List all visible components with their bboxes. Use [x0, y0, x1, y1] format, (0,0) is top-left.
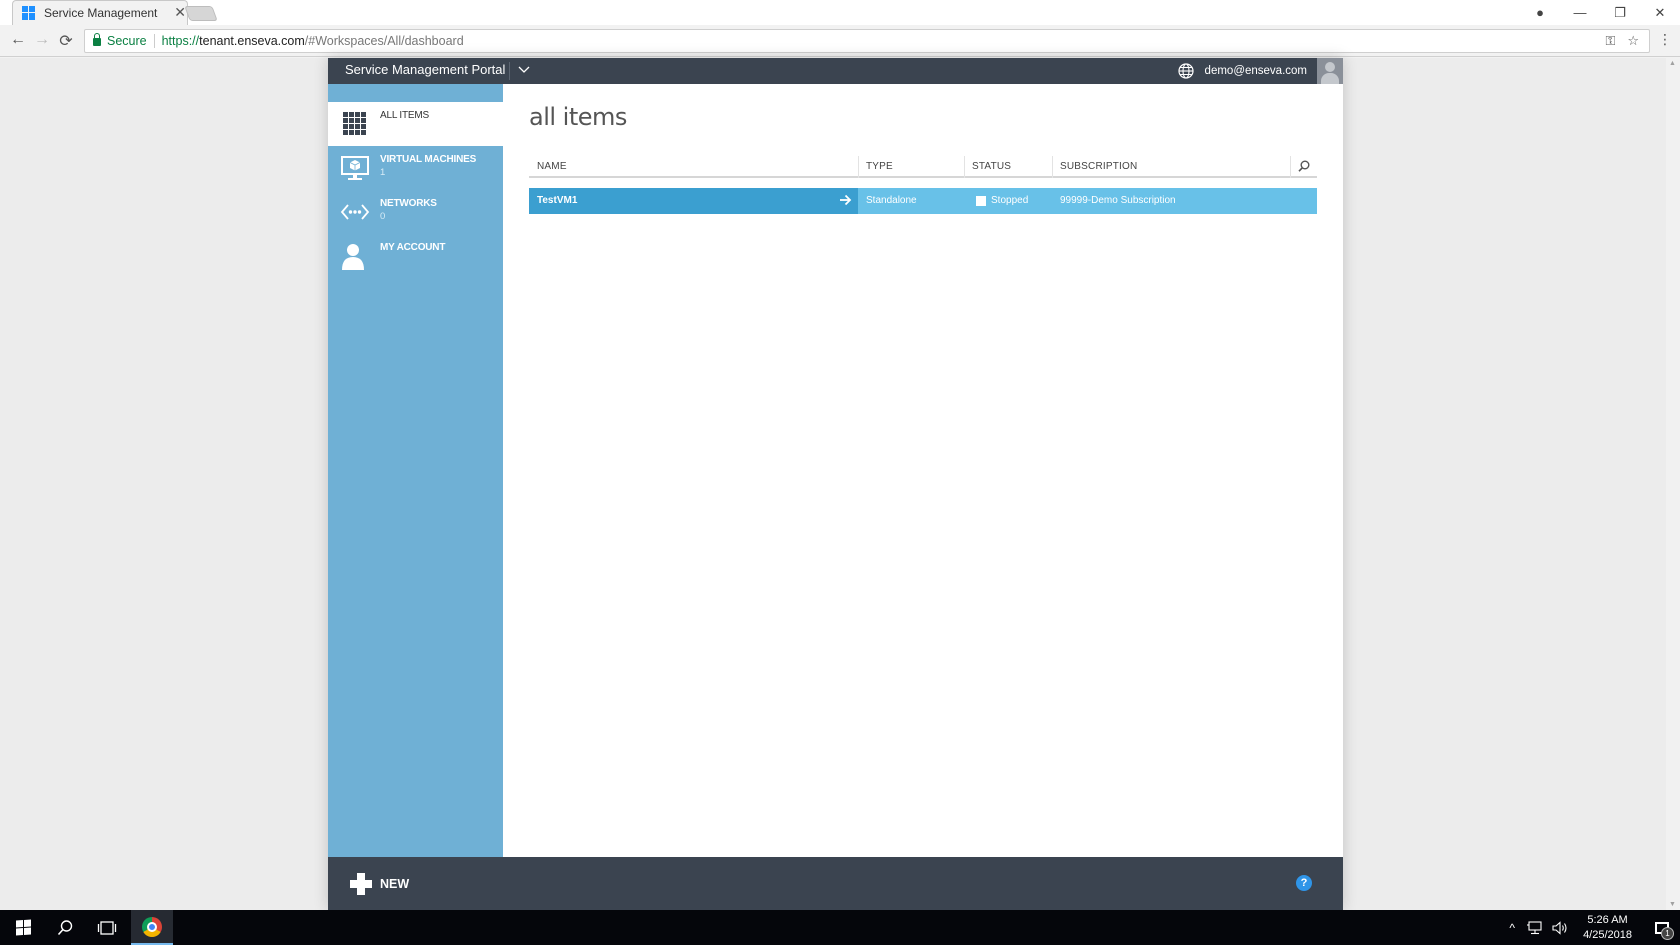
table-row[interactable]: TestVM1 Standalone Stopped 99999-Demo Su… — [529, 188, 1317, 214]
column-header-status[interactable]: STATUS — [972, 161, 1011, 172]
cell-type: Standalone — [866, 195, 917, 206]
page-title: all items — [529, 103, 627, 131]
sidebar-item-label: NETWORKS — [380, 198, 437, 209]
sidebar-item-label: ALL ITEMS — [380, 110, 429, 121]
clock-date: 4/25/2018 — [1583, 928, 1632, 941]
restore-button[interactable]: ❐ — [1600, 5, 1640, 21]
windows-taskbar: ^ 5:26 AM 4/25/2018 1 — [0, 910, 1680, 945]
address-bar[interactable]: Secure https:// tenant.enseva.com /#Work… — [84, 29, 1650, 53]
column-header-subscription[interactable]: SUBSCRIPTION — [1060, 161, 1137, 172]
lock-icon — [93, 33, 101, 46]
url-path: /#Workspaces/All/dashboard — [304, 34, 464, 48]
cell-name[interactable]: TestVM1 — [537, 195, 577, 206]
task-view-icon — [97, 920, 117, 935]
table-header: NAME TYPE STATUS SUBSCRIPTION — [529, 156, 1317, 178]
cell-status: Stopped — [991, 195, 1029, 206]
browser-toolbar: ← → ⟳ Secure https:// tenant.enseva.com … — [0, 25, 1680, 57]
url-protocol: https:// — [161, 34, 200, 48]
sidebar-item-all-items[interactable]: ALL ITEMS — [328, 102, 503, 146]
sidebar-item-label: VIRTUAL MACHINES — [380, 154, 477, 165]
sidebar-item-count: 1 — [380, 167, 386, 178]
column-header-name[interactable]: NAME — [537, 161, 567, 172]
cell-name-bg — [529, 188, 858, 214]
portal-title: Service Management Portal — [345, 62, 506, 77]
new-button[interactable]: NEW — [350, 872, 409, 896]
chrome-taskbar-button[interactable] — [131, 910, 173, 945]
close-window-button[interactable]: ✕ — [1640, 5, 1680, 21]
notification-count-badge: 1 — [1661, 927, 1674, 940]
arrow-right-icon[interactable] — [839, 194, 852, 206]
tab-title: Service Management — [44, 5, 158, 20]
grid-icon — [343, 112, 366, 135]
globe-icon[interactable] — [1177, 62, 1195, 80]
windows-logo-icon — [15, 919, 31, 936]
clock[interactable]: 5:26 AM 4/25/2018 — [1583, 913, 1632, 943]
sidebar-item-networks[interactable]: NETWORKS 0 — [328, 190, 503, 234]
column-header-type[interactable]: TYPE — [866, 161, 893, 172]
portal-window: Service Management Portal demo@enseva.co… — [328, 58, 1343, 910]
new-button-label: NEW — [380, 877, 410, 891]
sidebar-item-my-account[interactable]: MY ACCOUNT — [328, 234, 503, 278]
volume-icon[interactable] — [1552, 920, 1570, 935]
key-icon[interactable]: ⚿ — [1605, 33, 1615, 49]
status-stopped-icon — [976, 196, 986, 206]
sidebar-item-count: 0 — [380, 211, 386, 222]
browser-menu-icon[interactable]: ⋮ — [1658, 31, 1672, 48]
bookmark-star-icon[interactable]: ☆ — [1627, 33, 1639, 49]
page-scrollbar[interactable] — [1666, 58, 1680, 910]
reload-button[interactable]: ⟳ — [56, 31, 76, 51]
column-divider — [1290, 156, 1291, 178]
column-divider — [858, 156, 859, 178]
chrome-icon — [142, 916, 162, 937]
search-icon[interactable] — [1297, 159, 1311, 173]
search-icon — [57, 919, 73, 935]
portal-header: Service Management Portal demo@enseva.co… — [328, 58, 1343, 84]
chevron-up-icon[interactable]: ^ — [1509, 921, 1515, 935]
avatar[interactable] — [1317, 58, 1343, 84]
secure-label: Secure — [107, 34, 147, 48]
user-icon — [342, 244, 364, 270]
network-icon — [340, 204, 370, 220]
column-divider — [964, 156, 965, 178]
monitor-icon — [341, 156, 369, 180]
browser-tab-content[interactable]: Service Management ✕ — [22, 0, 192, 25]
minimize-button[interactable]: — — [1560, 5, 1600, 20]
command-bar: NEW ? — [328, 857, 1343, 910]
sidebar-item-virtual-machines[interactable]: VIRTUAL MACHINES 1 — [328, 146, 503, 190]
omnibox-separator — [153, 34, 155, 48]
new-tab-button[interactable] — [184, 6, 218, 21]
sidebar: ALL ITEMS VIRTUAL MACHINES 1 NETWORKS 0 … — [328, 84, 503, 857]
sidebar-item-label: MY ACCOUNT — [380, 242, 446, 253]
action-center-button[interactable]: 1 — [1644, 910, 1680, 945]
help-icon[interactable]: ? — [1296, 875, 1312, 891]
window-controls: ● — ❐ ✕ — [1520, 0, 1680, 25]
column-divider — [1052, 156, 1053, 178]
plus-icon — [350, 873, 372, 895]
cell-subscription: 99999-Demo Subscription — [1060, 195, 1176, 206]
clock-time: 5:26 AM — [1587, 913, 1628, 926]
items-table: NAME TYPE STATUS SUBSCRIPTION TestVM1 St… — [529, 156, 1317, 214]
back-button[interactable]: ← — [8, 31, 28, 49]
forward-button[interactable]: → — [32, 31, 52, 49]
header-divider — [509, 62, 510, 80]
start-button[interactable] — [2, 910, 44, 945]
task-view-button[interactable] — [86, 910, 128, 945]
user-email[interactable]: demo@enseva.com — [1205, 65, 1307, 77]
browser-tabstrip: Service Management ✕ ● — ❐ ✕ — [0, 0, 1680, 26]
page-viewport: Service Management Portal demo@enseva.co… — [0, 58, 1680, 910]
profile-icon[interactable]: ● — [1520, 5, 1560, 20]
system-tray: ^ 5:26 AM 4/25/2018 1 — [1503, 910, 1680, 945]
url-host: tenant.enseva.com — [199, 34, 305, 48]
chevron-down-icon[interactable] — [516, 61, 532, 77]
network-icon[interactable] — [1526, 920, 1542, 935]
search-taskbar-button[interactable] — [44, 910, 86, 945]
windows-favicon-icon — [22, 5, 36, 20]
